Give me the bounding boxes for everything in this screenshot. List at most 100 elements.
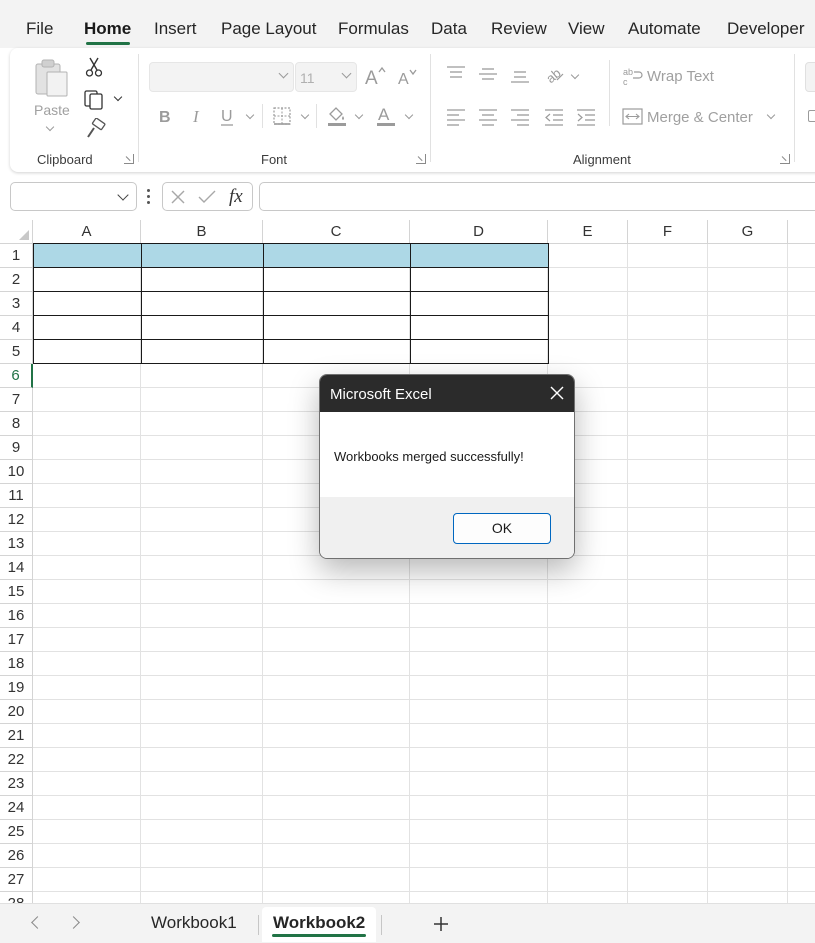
sheet-tab-workbook1[interactable]: Workbook1 xyxy=(151,913,237,933)
bold-icon[interactable]: B xyxy=(157,106,175,126)
table-cell[interactable] xyxy=(263,315,411,340)
cut-icon[interactable] xyxy=(84,56,104,78)
row-header-26[interactable]: 26 xyxy=(0,844,33,868)
row-header-6[interactable]: 6 xyxy=(0,364,33,388)
table-cell[interactable] xyxy=(141,315,264,340)
table-cell[interactable] xyxy=(410,315,549,340)
row-header-21[interactable]: 21 xyxy=(0,724,33,748)
alignment-launcher-icon[interactable] xyxy=(780,154,790,164)
column-header-d[interactable]: D xyxy=(410,220,548,244)
increase-font-size-icon[interactable]: A xyxy=(363,65,387,87)
cancel-formula-icon[interactable] xyxy=(170,189,186,205)
row-header-7[interactable]: 7 xyxy=(0,388,33,412)
clipboard-launcher-icon[interactable] xyxy=(124,154,134,164)
row-header-4[interactable]: 4 xyxy=(0,316,33,340)
fill-color-chevron-icon[interactable] xyxy=(354,110,364,120)
tab-file[interactable]: File xyxy=(26,19,53,39)
name-box[interactable] xyxy=(10,182,137,211)
row-header-10[interactable]: 10 xyxy=(0,460,33,484)
table-cell[interactable] xyxy=(410,267,549,292)
table-cell[interactable] xyxy=(33,267,142,292)
row-header-23[interactable]: 23 xyxy=(0,772,33,796)
next-sheet-icon[interactable] xyxy=(67,916,80,929)
tab-view[interactable]: View xyxy=(568,19,605,39)
row-header-1[interactable]: 1 xyxy=(0,244,33,268)
formula-input[interactable] xyxy=(259,182,815,211)
row-header-27[interactable]: 27 xyxy=(0,868,33,892)
row-header-13[interactable]: 13 xyxy=(0,532,33,556)
decrease-indent-icon[interactable] xyxy=(543,107,565,127)
font-size-combo[interactable]: 11 xyxy=(295,62,357,92)
fill-color-icon[interactable] xyxy=(325,104,349,128)
row-header-2[interactable]: 2 xyxy=(0,268,33,292)
table-cell[interactable] xyxy=(141,267,264,292)
orientation-chevron-icon[interactable] xyxy=(570,70,580,80)
add-sheet-icon[interactable] xyxy=(432,915,450,933)
wrap-text-label[interactable]: Wrap Text xyxy=(647,68,714,85)
table-cell[interactable] xyxy=(263,267,411,292)
underline-chevron-icon[interactable] xyxy=(245,110,255,120)
merge-center-icon[interactable] xyxy=(622,107,644,127)
dialog-title-bar[interactable]: Microsoft Excel xyxy=(320,375,574,412)
table-cell[interactable] xyxy=(410,243,549,268)
column-header-c[interactable]: C xyxy=(263,220,410,244)
row-header-3[interactable]: 3 xyxy=(0,292,33,316)
borders-icon[interactable] xyxy=(272,106,292,126)
increase-indent-icon[interactable] xyxy=(575,107,597,127)
number-format-icon[interactable] xyxy=(808,110,815,122)
copy-icon[interactable] xyxy=(82,88,106,110)
row-header-28[interactable]: 28 xyxy=(0,892,33,903)
row-header-18[interactable]: 18 xyxy=(0,652,33,676)
row-header-25[interactable]: 25 xyxy=(0,820,33,844)
table-cell[interactable] xyxy=(263,339,411,364)
italic-icon[interactable]: I xyxy=(190,106,206,126)
row-header-19[interactable]: 19 xyxy=(0,676,33,700)
format-painter-icon[interactable] xyxy=(84,118,106,140)
name-box-chevron-icon[interactable] xyxy=(117,189,129,201)
merge-center-chevron-icon[interactable] xyxy=(766,110,776,120)
table-cell[interactable] xyxy=(263,243,411,268)
table-cell[interactable] xyxy=(33,243,142,268)
table-cell[interactable] xyxy=(141,243,264,268)
borders-chevron-icon[interactable] xyxy=(300,110,310,120)
align-center-icon[interactable] xyxy=(477,107,499,127)
more-options-icon[interactable] xyxy=(147,189,150,204)
row-header-15[interactable]: 15 xyxy=(0,580,33,604)
font-launcher-icon[interactable] xyxy=(416,154,426,164)
tab-review[interactable]: Review xyxy=(491,19,547,39)
worksheet-grid[interactable]: A B C D E F G 1 2 3 4 5 6 7 8 9 10 11 12… xyxy=(0,220,815,903)
decrease-font-size-icon[interactable]: A xyxy=(396,67,418,87)
font-name-combo[interactable] xyxy=(149,62,294,92)
column-header-h[interactable] xyxy=(788,220,815,244)
table-cell[interactable] xyxy=(410,339,549,364)
table-cell[interactable] xyxy=(33,291,142,316)
table-cell[interactable] xyxy=(410,291,549,316)
table-cell[interactable] xyxy=(263,291,411,316)
orientation-icon[interactable]: ab xyxy=(543,62,567,86)
table-cell[interactable] xyxy=(141,339,264,364)
wrap-text-icon[interactable]: ab c xyxy=(622,66,644,86)
tab-insert[interactable]: Insert xyxy=(154,19,197,39)
row-header-24[interactable]: 24 xyxy=(0,796,33,820)
column-header-a[interactable]: A xyxy=(33,220,141,244)
close-icon[interactable] xyxy=(550,386,564,400)
number-format-combo[interactable] xyxy=(805,62,815,92)
top-align-icon[interactable] xyxy=(445,64,467,84)
paste-icon[interactable] xyxy=(32,58,72,100)
previous-sheet-icon[interactable] xyxy=(31,916,44,929)
table-cell[interactable] xyxy=(141,291,264,316)
paste-dropdown-chevron-icon[interactable] xyxy=(45,122,55,132)
font-color-chevron-icon[interactable] xyxy=(404,110,414,120)
column-header-f[interactable]: F xyxy=(628,220,708,244)
insert-function-icon[interactable]: fx xyxy=(229,186,243,208)
paste-label[interactable]: Paste xyxy=(34,102,70,118)
align-left-icon[interactable] xyxy=(445,107,467,127)
column-header-e[interactable]: E xyxy=(548,220,628,244)
tab-page-layout[interactable]: Page Layout xyxy=(221,19,316,39)
column-header-g[interactable]: G xyxy=(708,220,788,244)
table-cell[interactable] xyxy=(33,315,142,340)
tab-home[interactable]: Home xyxy=(84,19,131,39)
row-header-22[interactable]: 22 xyxy=(0,748,33,772)
row-header-20[interactable]: 20 xyxy=(0,700,33,724)
row-header-14[interactable]: 14 xyxy=(0,556,33,580)
